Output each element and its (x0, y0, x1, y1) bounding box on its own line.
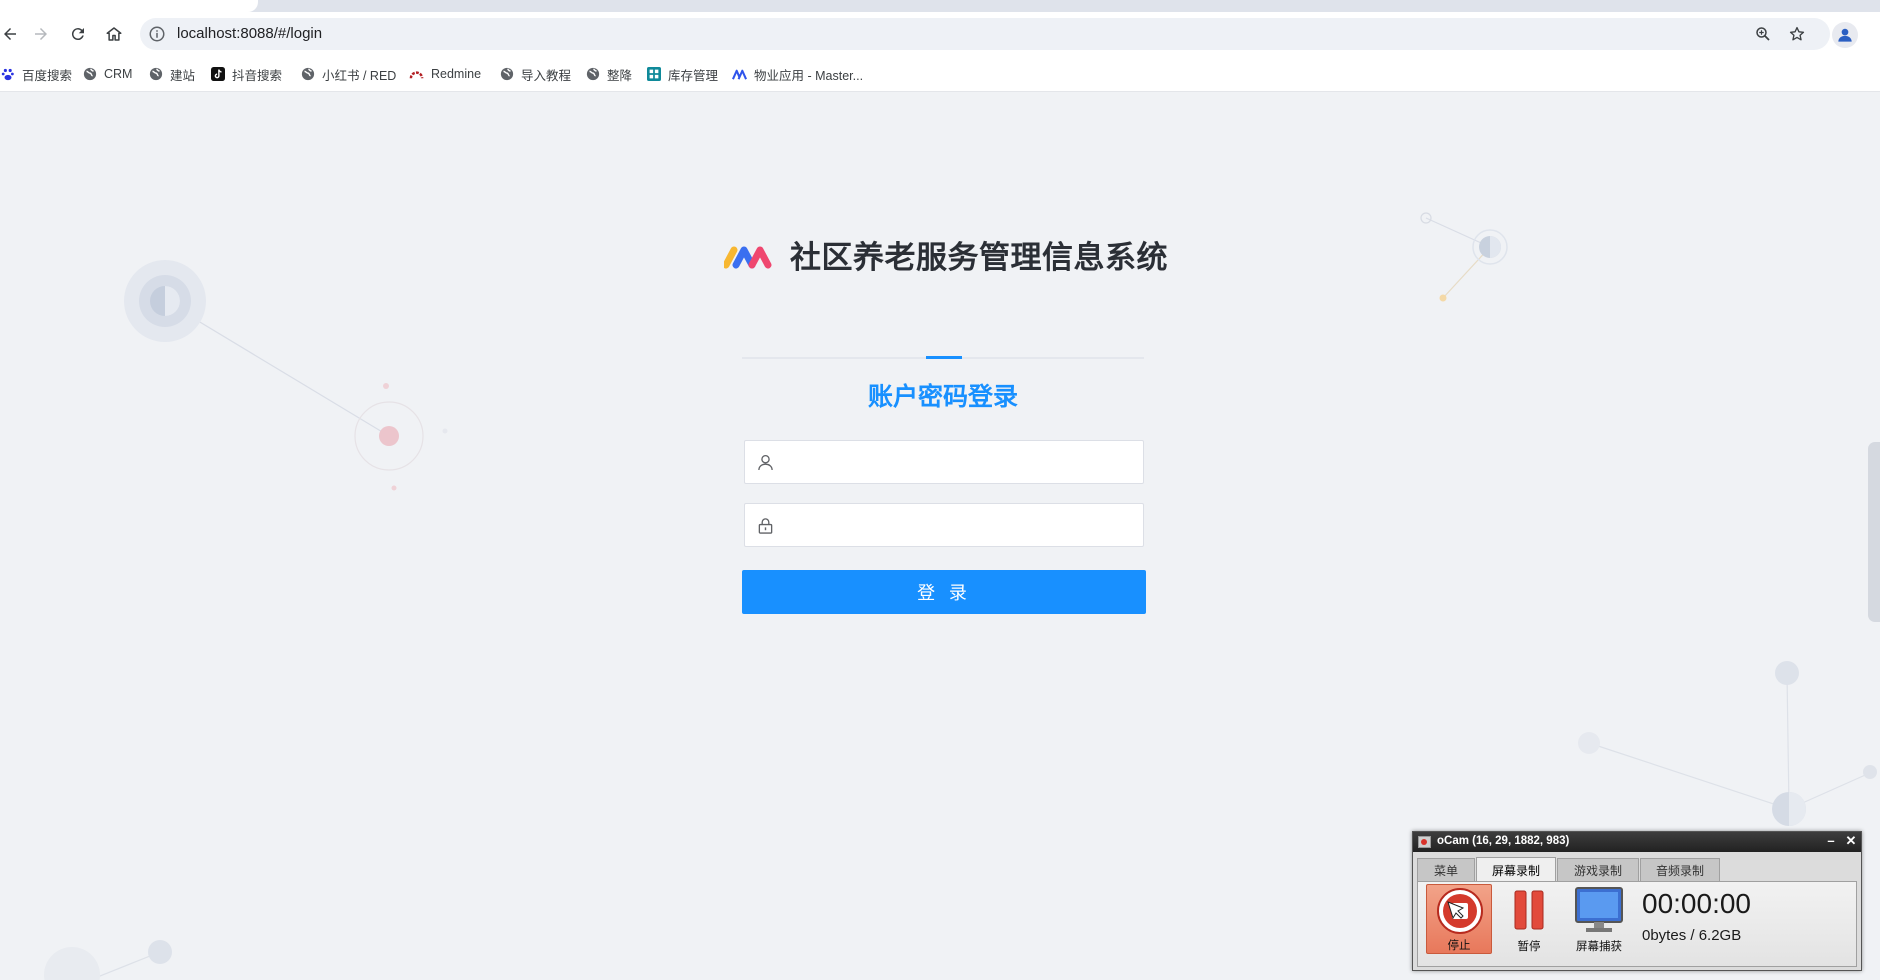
monitor-icon (1575, 887, 1623, 932)
ocam-window: oCam (16, 29, 1882, 983) – ✕ 菜单 屏幕录制 游戏录… (1412, 831, 1862, 971)
bookmark-item[interactable]: 百度搜索 (0, 65, 72, 83)
url-text[interactable]: localhost:8088/#/login (177, 25, 322, 42)
grid-app-icon (646, 67, 661, 82)
bookmark-item[interactable]: Redmine (409, 65, 481, 83)
ocam-stop-label: 停止 (1447, 938, 1471, 952)
site-info-icon[interactable] (148, 25, 166, 43)
bookmark-label: 小红书 / RED (322, 68, 397, 83)
pause-icon (1514, 890, 1544, 930)
bookmark-item[interactable]: CRM (82, 65, 132, 83)
home-icon (106, 27, 122, 41)
profile-avatar[interactable] (1832, 22, 1858, 48)
ocam-capture-label: 屏幕捕获 (1576, 939, 1622, 953)
person-icon (1838, 28, 1852, 42)
bookmark-label: 抖音搜索 (232, 68, 283, 83)
active-tab-indicator (926, 356, 962, 359)
bookmark-item[interactable]: 库存管理 (646, 65, 718, 83)
bookmark-star-icon[interactable] (1788, 25, 1806, 43)
reload-button[interactable] (64, 20, 92, 48)
system-title: 社区养老服务管理信息系统 (790, 240, 1168, 276)
bookmark-item[interactable]: 建站 (148, 65, 195, 83)
browser-toolbar: localhost:8088/#/login (0, 12, 1880, 56)
bookmark-item[interactable]: 抖音搜索 (210, 65, 282, 83)
bookmark-label: 导入教程 (521, 68, 572, 83)
ocam-storage: 0bytes / 6.2GB (1642, 927, 1742, 944)
ocam-tab-audio-record[interactable]: 音频录制 (1640, 858, 1720, 882)
redmine-icon (409, 67, 424, 82)
ocam-app-icon (1418, 836, 1431, 848)
password-input[interactable] (785, 504, 1135, 546)
bookmark-item[interactable]: 整降 (585, 65, 632, 83)
ocam-stop-button[interactable]: 停止 (1426, 884, 1492, 954)
close-icon[interactable]: ✕ (1843, 833, 1859, 849)
ocam-timer: 00:00:00 (1642, 888, 1751, 919)
bookmark-label: 整降 (607, 68, 633, 83)
login-tab-bar (742, 356, 1144, 359)
back-button[interactable] (0, 20, 24, 48)
ocam-title: oCam (16, 29, 1882, 983) (1437, 835, 1570, 847)
bookmark-label: 建站 (170, 68, 196, 83)
globe-icon (148, 67, 163, 82)
tab-account-password-login[interactable]: 账户密码登录 (742, 377, 1144, 413)
home-button[interactable] (100, 20, 128, 48)
zoom-icon[interactable] (1754, 25, 1772, 43)
ocam-panel: 停止 暂停 屏幕捕获 00:00:00 0bytes / 6.2GB (1417, 881, 1857, 967)
master-icon (732, 67, 747, 82)
ocam-tab-screen-record[interactable]: 屏幕录制 (1476, 857, 1556, 882)
bookmark-item[interactable]: 小红书 / RED (300, 65, 396, 83)
ocam-pause-button[interactable]: 暂停 (1496, 884, 1562, 954)
minimize-icon[interactable]: – (1823, 833, 1839, 849)
bookmark-item[interactable]: 物业应用 - Master... (732, 65, 863, 83)
side-panel-handle[interactable] (1868, 442, 1880, 622)
lock-icon (758, 518, 773, 534)
bookmark-label: Redmine (431, 67, 482, 81)
browser-tab-strip (0, 0, 1880, 12)
ocam-titlebar[interactable]: oCam (16, 29, 1882, 983) – ✕ (1413, 832, 1861, 852)
reload-icon (71, 28, 84, 41)
tiktok-icon (210, 67, 225, 82)
login-button[interactable]: 登 录 (742, 570, 1146, 614)
system-brand: 社区养老服务管理信息系统 (724, 232, 1168, 277)
forward-button[interactable] (27, 20, 55, 48)
ocam-capture-button[interactable]: 屏幕捕获 (1566, 884, 1632, 954)
baidu-icon (0, 67, 15, 82)
password-field[interactable] (744, 503, 1144, 547)
username-input[interactable] (785, 441, 1135, 483)
globe-icon (585, 67, 600, 82)
active-browser-tab[interactable] (0, 0, 258, 12)
system-logo-icon (724, 246, 772, 268)
user-icon (758, 454, 773, 471)
username-field[interactable] (744, 440, 1144, 484)
ocam-tab-menu[interactable]: 菜单 (1417, 858, 1475, 882)
bookmark-label: CRM (104, 67, 133, 81)
bookmark-label: 物业应用 - Master... (754, 68, 864, 83)
stop-record-icon (1437, 888, 1483, 934)
arrow-right-icon (35, 28, 47, 40)
bookmark-item[interactable]: 导入教程 (499, 65, 571, 83)
globe-icon (300, 67, 315, 82)
bookmark-label: 百度搜索 (22, 68, 73, 83)
bookmarks-bar: 百度搜索 CRM 建站 抖音搜索 小红书 / RED Redmine 导入教程 … (0, 56, 1880, 92)
globe-icon (499, 67, 514, 82)
arrow-left-icon (4, 28, 16, 40)
globe-icon (82, 67, 97, 82)
address-bar[interactable]: localhost:8088/#/login (140, 18, 1830, 50)
ocam-tab-game-record[interactable]: 游戏录制 (1557, 858, 1639, 882)
bookmark-label: 库存管理 (668, 68, 719, 83)
ocam-pause-label: 暂停 (1517, 939, 1541, 953)
